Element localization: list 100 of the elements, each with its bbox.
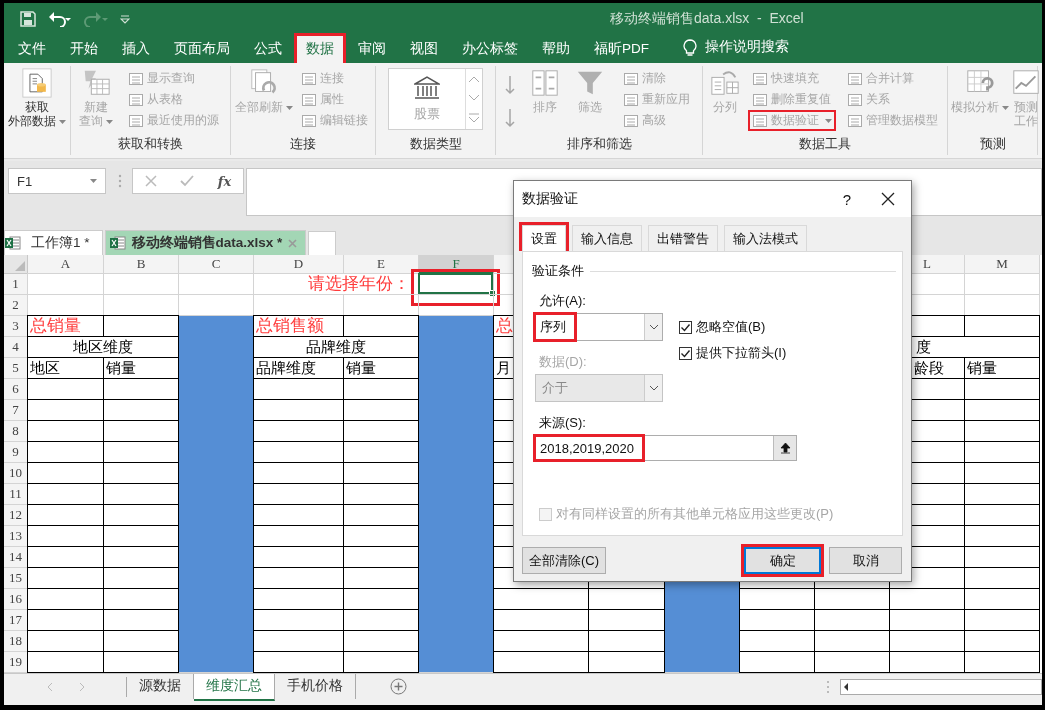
sheet-tab[interactable]: 维度汇总 bbox=[194, 674, 275, 701]
group-label: 预测 bbox=[978, 136, 1007, 153]
table-title: 总销售额 bbox=[253, 315, 344, 337]
group-label: 连接 bbox=[289, 136, 317, 153]
row-number[interactable]: 16 bbox=[4, 589, 28, 610]
source-field[interactable]: 2018,2019,2020 bbox=[535, 435, 797, 461]
list-icon bbox=[751, 91, 768, 108]
save-icon[interactable] bbox=[20, 10, 36, 27]
dropdown-value: 序列 bbox=[540, 318, 566, 336]
sort-icon bbox=[530, 68, 561, 98]
list-icon bbox=[751, 70, 768, 87]
splitter-icon[interactable] bbox=[826, 680, 830, 694]
ribbon-tab[interactable]: 办公标签 bbox=[453, 36, 527, 63]
column-header: 销量 bbox=[343, 357, 419, 379]
section-title: 验证条件 bbox=[532, 262, 584, 280]
previous-sheet-icon[interactable] bbox=[46, 682, 54, 692]
column-header: 销量 bbox=[103, 357, 179, 379]
ribbon-tab[interactable]: 数据 bbox=[297, 36, 343, 63]
close-icon[interactable] bbox=[881, 192, 895, 206]
tab[interactable]: 输入法模式 bbox=[724, 225, 807, 251]
table-title: 总销量 bbox=[27, 315, 104, 337]
list-icon bbox=[751, 112, 768, 129]
customize-icon[interactable] bbox=[120, 13, 130, 24]
ok-button[interactable]: 确定 bbox=[744, 547, 821, 574]
tell-me-search[interactable]: 操作说明搜索 bbox=[705, 38, 789, 56]
ribbon-tab[interactable]: 插入 bbox=[113, 36, 159, 63]
group-label: 获取和转换 bbox=[117, 136, 184, 153]
row-number[interactable]: 4 bbox=[4, 337, 28, 358]
ribbon-tab[interactable]: 审阅 bbox=[349, 36, 395, 63]
row-number[interactable]: 1 bbox=[4, 274, 28, 295]
allow-dropdown[interactable]: 序列 bbox=[535, 313, 663, 341]
prompt-label: 请选择年份： bbox=[253, 273, 419, 295]
group-label: 数据类型 bbox=[408, 136, 463, 153]
checkbox[interactable] bbox=[679, 346, 692, 360]
row-number[interactable]: 5 bbox=[4, 358, 28, 379]
ribbon-tab[interactable]: 公式 bbox=[245, 36, 291, 63]
row-number[interactable]: 18 bbox=[4, 631, 28, 652]
document-icon bbox=[22, 68, 52, 98]
field-label: 来源(S): bbox=[539, 414, 586, 432]
row-number[interactable]: 7 bbox=[4, 400, 28, 421]
horizontal-scrollbar[interactable] bbox=[840, 679, 1042, 695]
chevron-down-icon bbox=[648, 324, 659, 330]
list-icon bbox=[300, 112, 317, 129]
row-number[interactable]: 17 bbox=[4, 610, 28, 631]
checkbox[interactable] bbox=[679, 320, 692, 334]
tab[interactable]: 输入信息 bbox=[572, 225, 642, 251]
ribbon-tab[interactable]: 文件 bbox=[9, 36, 55, 63]
add-icon[interactable] bbox=[390, 678, 407, 695]
clear-all-button[interactable]: 全部清除(C) bbox=[522, 547, 607, 574]
row-number[interactable]: 15 bbox=[4, 568, 28, 589]
row-number[interactable]: 19 bbox=[4, 652, 28, 673]
select-all-button[interactable] bbox=[4, 255, 28, 274]
ribbon-button[interactable]: 获取 外部数据 bbox=[7, 68, 67, 155]
ribbon-tab[interactable]: 开始 bbox=[61, 36, 107, 63]
group-label: 排序和筛选 bbox=[565, 136, 633, 153]
chevron-down-icon bbox=[648, 385, 659, 391]
row-number[interactable]: 12 bbox=[4, 505, 28, 526]
next-sheet-icon[interactable] bbox=[78, 682, 86, 692]
row-number[interactable]: 9 bbox=[4, 442, 28, 463]
row-number[interactable]: 8 bbox=[4, 421, 28, 442]
list-icon bbox=[300, 91, 317, 108]
row-number[interactable]: 14 bbox=[4, 547, 28, 568]
redo-icon[interactable] bbox=[84, 10, 108, 27]
name-box[interactable]: F1 bbox=[8, 168, 106, 194]
list-icon bbox=[622, 112, 639, 129]
collapse-icon[interactable] bbox=[779, 442, 791, 454]
ribbon-tab[interactable]: 帮助 bbox=[533, 36, 579, 63]
cancel-button[interactable]: 取消 bbox=[829, 547, 902, 574]
row-number[interactable]: 2 bbox=[4, 295, 28, 316]
row-number[interactable]: 6 bbox=[4, 379, 28, 400]
field-value: 2018,2019,2020 bbox=[540, 440, 634, 456]
row-number[interactable]: 10 bbox=[4, 463, 28, 484]
list-icon bbox=[128, 91, 144, 108]
ribbon-tab[interactable]: 页面布局 bbox=[165, 36, 239, 63]
scroll-up-icon[interactable] bbox=[468, 74, 480, 83]
check-icon[interactable] bbox=[180, 175, 195, 187]
help-button[interactable]: ? bbox=[842, 190, 851, 208]
ribbon-tab[interactable]: 福昕PDF bbox=[585, 36, 658, 63]
checkbox-label: 忽略空值(B) bbox=[696, 318, 766, 336]
list-icon bbox=[846, 70, 863, 87]
tab[interactable]: 设置 bbox=[522, 225, 566, 251]
field-label: 允许(A): bbox=[539, 292, 586, 310]
workbook-tab[interactable]: 移动终端销售data.xlsx * bbox=[104, 230, 307, 255]
group-header: 品牌维度 bbox=[253, 336, 419, 358]
workbook-tab[interactable]: 工作簿1 * bbox=[4, 230, 103, 255]
column-header: 销量 bbox=[964, 357, 1040, 379]
ribbon-tab[interactable]: 视图 bbox=[401, 36, 447, 63]
tab[interactable]: 出错警告 bbox=[648, 225, 718, 251]
row-number[interactable]: 3 bbox=[4, 316, 28, 337]
scroll-down-icon[interactable] bbox=[468, 94, 480, 102]
undo-icon[interactable] bbox=[48, 10, 72, 27]
row-number[interactable]: 13 bbox=[4, 526, 28, 547]
sheet-tab[interactable]: 手机价格 bbox=[275, 674, 356, 699]
list-icon bbox=[300, 70, 317, 87]
insert-function-button[interactable]: fx bbox=[217, 173, 232, 189]
expand-icon[interactable] bbox=[468, 113, 480, 124]
group-header: 地区维度 bbox=[27, 336, 179, 358]
row-number[interactable]: 11 bbox=[4, 484, 28, 505]
new-tab-button[interactable] bbox=[308, 231, 337, 255]
lightbulb-icon[interactable] bbox=[683, 39, 697, 57]
